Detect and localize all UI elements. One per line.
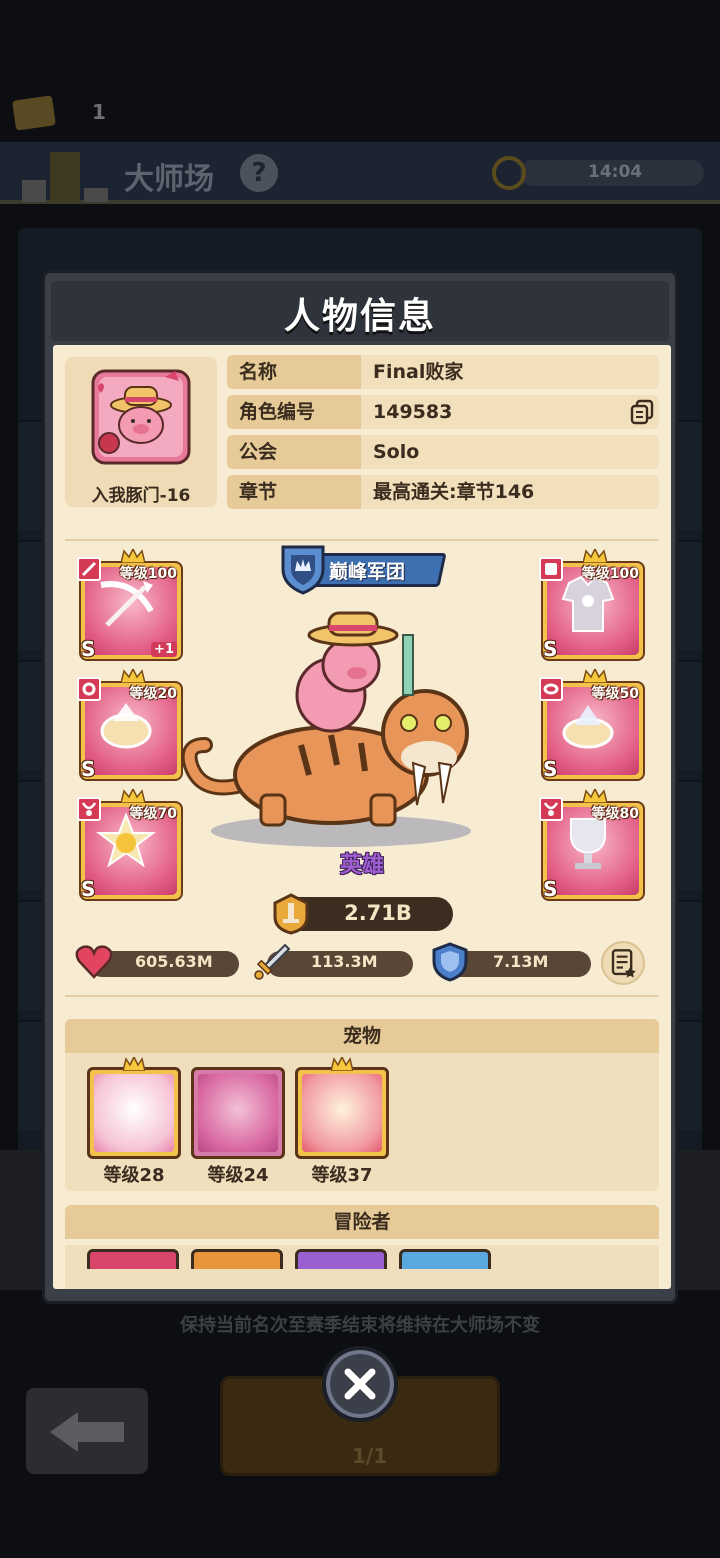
challenge-count: 1/1	[352, 1444, 388, 1468]
modal-body[interactable]: 入我豚门-16 名称 Final败家 角色编号 149583 公会 Solo 章…	[53, 345, 671, 1289]
avatar-card: 入我豚门-16	[65, 357, 217, 507]
pet-level: 等级37	[311, 1165, 373, 1186]
info-label: 名称	[227, 355, 361, 389]
arena-title: 大师场	[124, 162, 214, 197]
hp-value: 605.63M	[135, 952, 213, 971]
player-id: 149583	[373, 401, 453, 423]
pet-slot[interactable]	[87, 1057, 181, 1159]
attack-value: 113.3M	[311, 952, 378, 971]
pet-level: 等级28	[103, 1165, 165, 1186]
equip-level: 等级50	[591, 686, 639, 702]
copy-icon[interactable]	[629, 399, 655, 425]
player-info-rows: 名称 Final败家 角色编号 149583 公会 Solo 章节 最高通关:章	[227, 355, 659, 515]
equip-ring[interactable]: 等级20 S	[77, 669, 183, 781]
arena-header: 大师场 ? 14:04	[0, 142, 720, 204]
equip-rank: S	[81, 757, 96, 781]
equip-bonus: +1	[151, 642, 177, 657]
help-icon: ?	[240, 154, 278, 192]
defense-value: 7.13M	[493, 952, 549, 971]
sword-icon	[254, 943, 291, 980]
equip-rank: S	[81, 637, 96, 661]
player-chapter: 最高通关:章节146	[373, 481, 535, 503]
stopwatch-icon	[492, 156, 526, 190]
ticket-bar: 1	[0, 92, 720, 142]
power-value: 2.71B	[344, 901, 412, 925]
adventurers-section-title: 冒险者	[65, 1205, 659, 1239]
equip-rank: S	[543, 757, 558, 781]
modal-title-bar: 人物信息	[51, 281, 669, 341]
pet-slot[interactable]	[191, 1067, 285, 1159]
crown-shield-icon	[281, 545, 325, 595]
adventurer-card[interactable]	[87, 1249, 179, 1269]
equip-level: 等级70	[129, 806, 177, 822]
player-name: Final败家	[373, 361, 464, 383]
close-button[interactable]	[322, 1346, 398, 1422]
pets-section-title: 宠物	[65, 1019, 659, 1053]
stats-list-icon	[611, 949, 636, 978]
equip-level: 等级100	[119, 566, 177, 582]
guild-rank-banner: 巅峰军团	[277, 541, 449, 595]
info-label: 角色编号	[227, 395, 361, 429]
info-row-id: 角色编号 149583	[227, 395, 659, 429]
equip-rank: S	[543, 637, 558, 661]
adventurer-card[interactable]	[191, 1249, 283, 1269]
pet-slot[interactable]	[295, 1057, 389, 1159]
back-button	[26, 1388, 148, 1474]
info-row-name: 名称 Final败家	[227, 355, 659, 389]
equip-weapon[interactable]: 等级100 S +1	[77, 549, 183, 661]
info-label: 公会	[227, 435, 361, 469]
modal-title: 人物信息	[283, 296, 436, 337]
info-row-chapter: 章节 最高通关:章节146	[227, 475, 659, 509]
power-icon	[273, 893, 309, 935]
equip-rank: S	[543, 877, 558, 901]
close-icon	[344, 1368, 376, 1400]
podium-icon	[22, 152, 108, 202]
pet-level: 等级24	[207, 1165, 269, 1186]
shield-icon	[432, 942, 468, 982]
avatar	[91, 369, 191, 465]
hero-class-label: 英雄	[339, 853, 384, 878]
avatar-name: 入我豚门-16	[91, 486, 191, 506]
equip-rank: S	[81, 877, 96, 901]
equip-level: 等级20	[129, 686, 177, 702]
guild-rank-label: 巅峰军团	[329, 561, 406, 583]
player-info-modal: 人物信息 入我豚门-16 名称 Final败家 角色编号 149583 公会 S…	[42, 270, 678, 1304]
ticket-icon	[12, 95, 56, 131]
adventurer-card[interactable]	[399, 1249, 491, 1269]
info-row-guild: 公会 Solo	[227, 435, 659, 469]
divider	[65, 995, 659, 997]
heart-icon	[75, 945, 113, 979]
season-notice: 保持当前名次至赛季结束将维持在大师场不变	[180, 1315, 540, 1336]
adventurer-card[interactable]	[295, 1249, 387, 1269]
stats-detail-button[interactable]	[601, 941, 645, 985]
equip-bracelet[interactable]: 等级50 S	[539, 669, 645, 781]
ticket-count: 1	[92, 100, 106, 124]
info-label: 章节	[227, 475, 361, 509]
equip-level: 等级100	[581, 566, 639, 582]
player-guild: Solo	[373, 441, 420, 463]
equip-level: 等级80	[591, 806, 639, 822]
back-arrow-icon	[50, 1412, 78, 1452]
hero-character-art	[181, 611, 471, 847]
equip-armor[interactable]: 等级100 S	[539, 549, 645, 661]
timer-text: 14:04	[588, 162, 643, 182]
